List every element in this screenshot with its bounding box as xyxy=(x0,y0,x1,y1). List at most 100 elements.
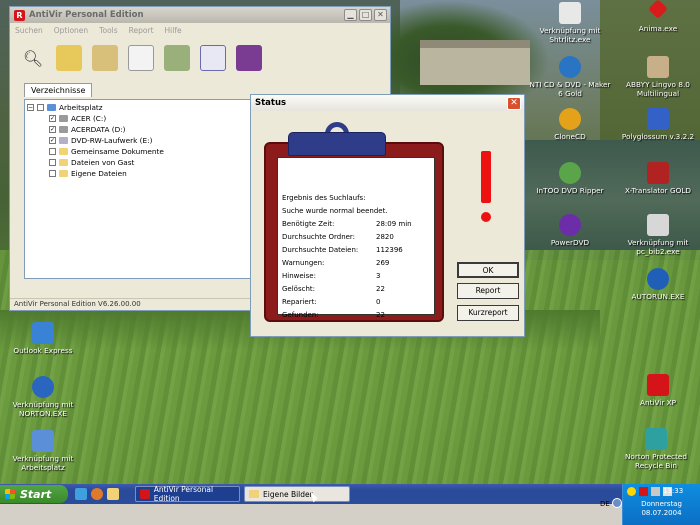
antivir-titlebar[interactable]: R AntiVir Personal Edition ▁ □ ✕ xyxy=(10,7,390,23)
computer-icon xyxy=(32,430,54,452)
outlook-express-icon xyxy=(32,322,54,344)
paper-clip-icon xyxy=(288,122,386,158)
clipboard-board: Ergebnis des Suchlaufs: Suche wurde norm… xyxy=(264,142,444,322)
task-eigene-bilder[interactable]: Eigene Bilder xyxy=(244,486,350,502)
abbyy-icon xyxy=(647,56,669,78)
dvd-ripper-icon xyxy=(559,162,581,184)
tree-item-acer-c[interactable]: ✓ ACER (C:) xyxy=(27,113,248,124)
status-titlebar[interactable]: Status ✕ xyxy=(251,95,524,111)
clock-time[interactable]: 13:33 xyxy=(663,487,683,495)
result-row: Durchsuchte Dateien: 112396 xyxy=(282,246,403,254)
tray-icons xyxy=(623,484,700,496)
start-button[interactable]: Start xyxy=(0,485,68,503)
close-icon[interactable]: ✕ xyxy=(507,96,521,110)
folder-scan-icon[interactable] xyxy=(56,45,82,71)
toolbar: 🔍︎ xyxy=(10,37,390,79)
xtranslator-icon xyxy=(647,162,669,184)
tree-item-dvd-e[interactable]: ✓ DVD-RW-Laufwerk (E:) xyxy=(27,135,248,146)
checkbox-checked[interactable]: ✓ xyxy=(49,137,56,144)
desktop-icon-clonecd[interactable]: CloneCD xyxy=(528,108,612,141)
network-icon[interactable] xyxy=(651,487,660,496)
desktop-icon-outlook[interactable]: Outlook Express xyxy=(1,322,85,355)
help-book-icon[interactable] xyxy=(236,45,262,71)
antivir-guard-icon[interactable] xyxy=(639,487,648,496)
antivir-icon xyxy=(140,489,150,499)
tree-item-acerdata-d[interactable]: ✓ ACERDATA (D:) xyxy=(27,124,248,135)
directory-tree: − Arbeitsplatz ✓ ACER (C:) ✓ ACERDATA (D… xyxy=(24,99,251,279)
ok-button[interactable]: OK xyxy=(457,262,519,278)
desktop-icon-norton[interactable]: Verknüpfung mit NORTON.EXE xyxy=(1,376,85,418)
tree-item-gemeinsame[interactable]: Gemeinsame Dokumente xyxy=(27,146,248,157)
antivir-logo-icon: R xyxy=(14,9,25,21)
checkbox[interactable] xyxy=(37,104,44,111)
desktop-icon-pcbib[interactable]: Verknüpfung mit pc_bib2.exe xyxy=(616,214,700,256)
kurzreport-button[interactable]: Kurzreport xyxy=(457,305,519,321)
desktop-icon-anima[interactable]: Anima.exe xyxy=(616,0,700,33)
powerdvd-icon xyxy=(559,214,581,236)
drive-icon xyxy=(59,115,68,122)
desktop-icon-polyglossum[interactable]: Polyglossum v.3.2.2 xyxy=(616,108,700,141)
report-icon[interactable] xyxy=(200,45,226,71)
update-icon[interactable] xyxy=(164,45,190,71)
tree-item-eigene[interactable]: Eigene Dateien xyxy=(27,168,248,179)
menu-tools[interactable]: Tools xyxy=(99,26,117,35)
result-row: Hinweise: 3 xyxy=(282,272,381,280)
nti-icon xyxy=(559,56,581,78)
result-row: Warnungen: 269 xyxy=(282,259,390,267)
checkbox-checked[interactable]: ✓ xyxy=(49,115,56,122)
menu-suchen[interactable]: Suchen xyxy=(15,26,43,35)
tree-item-gast[interactable]: Dateien von Gast xyxy=(27,157,248,168)
checkbox[interactable] xyxy=(49,170,56,177)
result-row: Repariert: 0 xyxy=(282,298,381,306)
messenger-icon[interactable] xyxy=(627,487,636,496)
result-row: Durchsuchte Ordner: 2820 xyxy=(282,233,394,241)
folder-icon xyxy=(59,159,68,166)
result-row: Gefunden: 22 xyxy=(282,311,385,319)
desktop-icon-autorun[interactable]: AUTORUN.EXE xyxy=(616,268,700,301)
clipboard-icon[interactable] xyxy=(92,45,118,71)
desktop-icon-recycle-bin[interactable]: Norton Protected Recycle Bin xyxy=(614,428,698,470)
desktop-icon-arbeitsplatz[interactable]: Verknüpfung mit Arbeitsplatz xyxy=(1,430,85,472)
expand-minus-icon[interactable]: − xyxy=(27,104,34,111)
desktop-icon-powerdvd[interactable]: PowerDVD xyxy=(528,214,612,247)
dvd-drive-icon xyxy=(59,137,68,144)
desktop-icon-nti[interactable]: NTI CD & DVD - Maker 6 Gold xyxy=(528,56,612,98)
dialog-title: Status xyxy=(255,98,287,108)
desktop-icon-dvdripper[interactable]: InTOO DVD Ripper xyxy=(528,162,612,195)
desktop-icon-abbyy[interactable]: ABBYY Lingvo 8.0 Multilingual xyxy=(616,56,700,98)
anima-icon xyxy=(648,0,668,19)
result-sheet: Ergebnis des Suchlaufs: Suche wurde norm… xyxy=(277,157,435,319)
scheduler-icon[interactable] xyxy=(128,45,154,71)
shortcut-icon xyxy=(559,2,581,24)
pcbib-icon xyxy=(647,214,669,236)
checkbox[interactable] xyxy=(49,159,56,166)
magnifier-icon[interactable]: 🔍︎ xyxy=(20,45,46,71)
quick-launch-explorer-icon[interactable] xyxy=(107,488,119,500)
tab-verzeichnisse[interactable]: Verzeichnisse xyxy=(24,83,93,97)
tray-expand-icon[interactable] xyxy=(612,498,622,508)
minimize-button[interactable]: ▁ xyxy=(344,9,357,21)
maximize-button[interactable]: □ xyxy=(359,9,372,21)
norton-icon xyxy=(32,376,54,398)
tab-bar: Verzeichnisse xyxy=(24,83,93,97)
quick-launch-ie-icon[interactable] xyxy=(75,488,87,500)
result-subheading: Suche wurde normal beendet. xyxy=(282,207,388,215)
language-indicator[interactable]: DE xyxy=(600,500,610,508)
desktop-icon-xtranslator[interactable]: X-Translator GOLD xyxy=(616,162,700,195)
menu-report[interactable]: Report xyxy=(129,26,154,35)
computer-icon xyxy=(47,104,56,111)
folder-icon xyxy=(249,490,259,498)
menu-optionen[interactable]: Optionen xyxy=(54,26,88,35)
checkbox-checked[interactable]: ✓ xyxy=(49,126,56,133)
tree-item-arbeitsplatz[interactable]: − Arbeitsplatz xyxy=(27,102,248,113)
folder-icon xyxy=(59,170,68,177)
antivir-icon xyxy=(647,374,669,396)
checkbox[interactable] xyxy=(49,148,56,155)
quick-launch-media-icon[interactable] xyxy=(91,488,103,500)
menu-hilfe[interactable]: Hilfe xyxy=(165,26,182,35)
report-button[interactable]: Report xyxy=(457,283,519,299)
close-button[interactable]: ✕ xyxy=(374,9,387,21)
task-antivir[interactable]: AntiVir Personal Edition xyxy=(135,485,240,503)
desktop-icon-shtrlitz[interactable]: Verknüpfung mit Shtrlitz.exe xyxy=(528,2,612,44)
desktop-icon-antivir-xp[interactable]: AntiVir XP xyxy=(616,374,700,407)
